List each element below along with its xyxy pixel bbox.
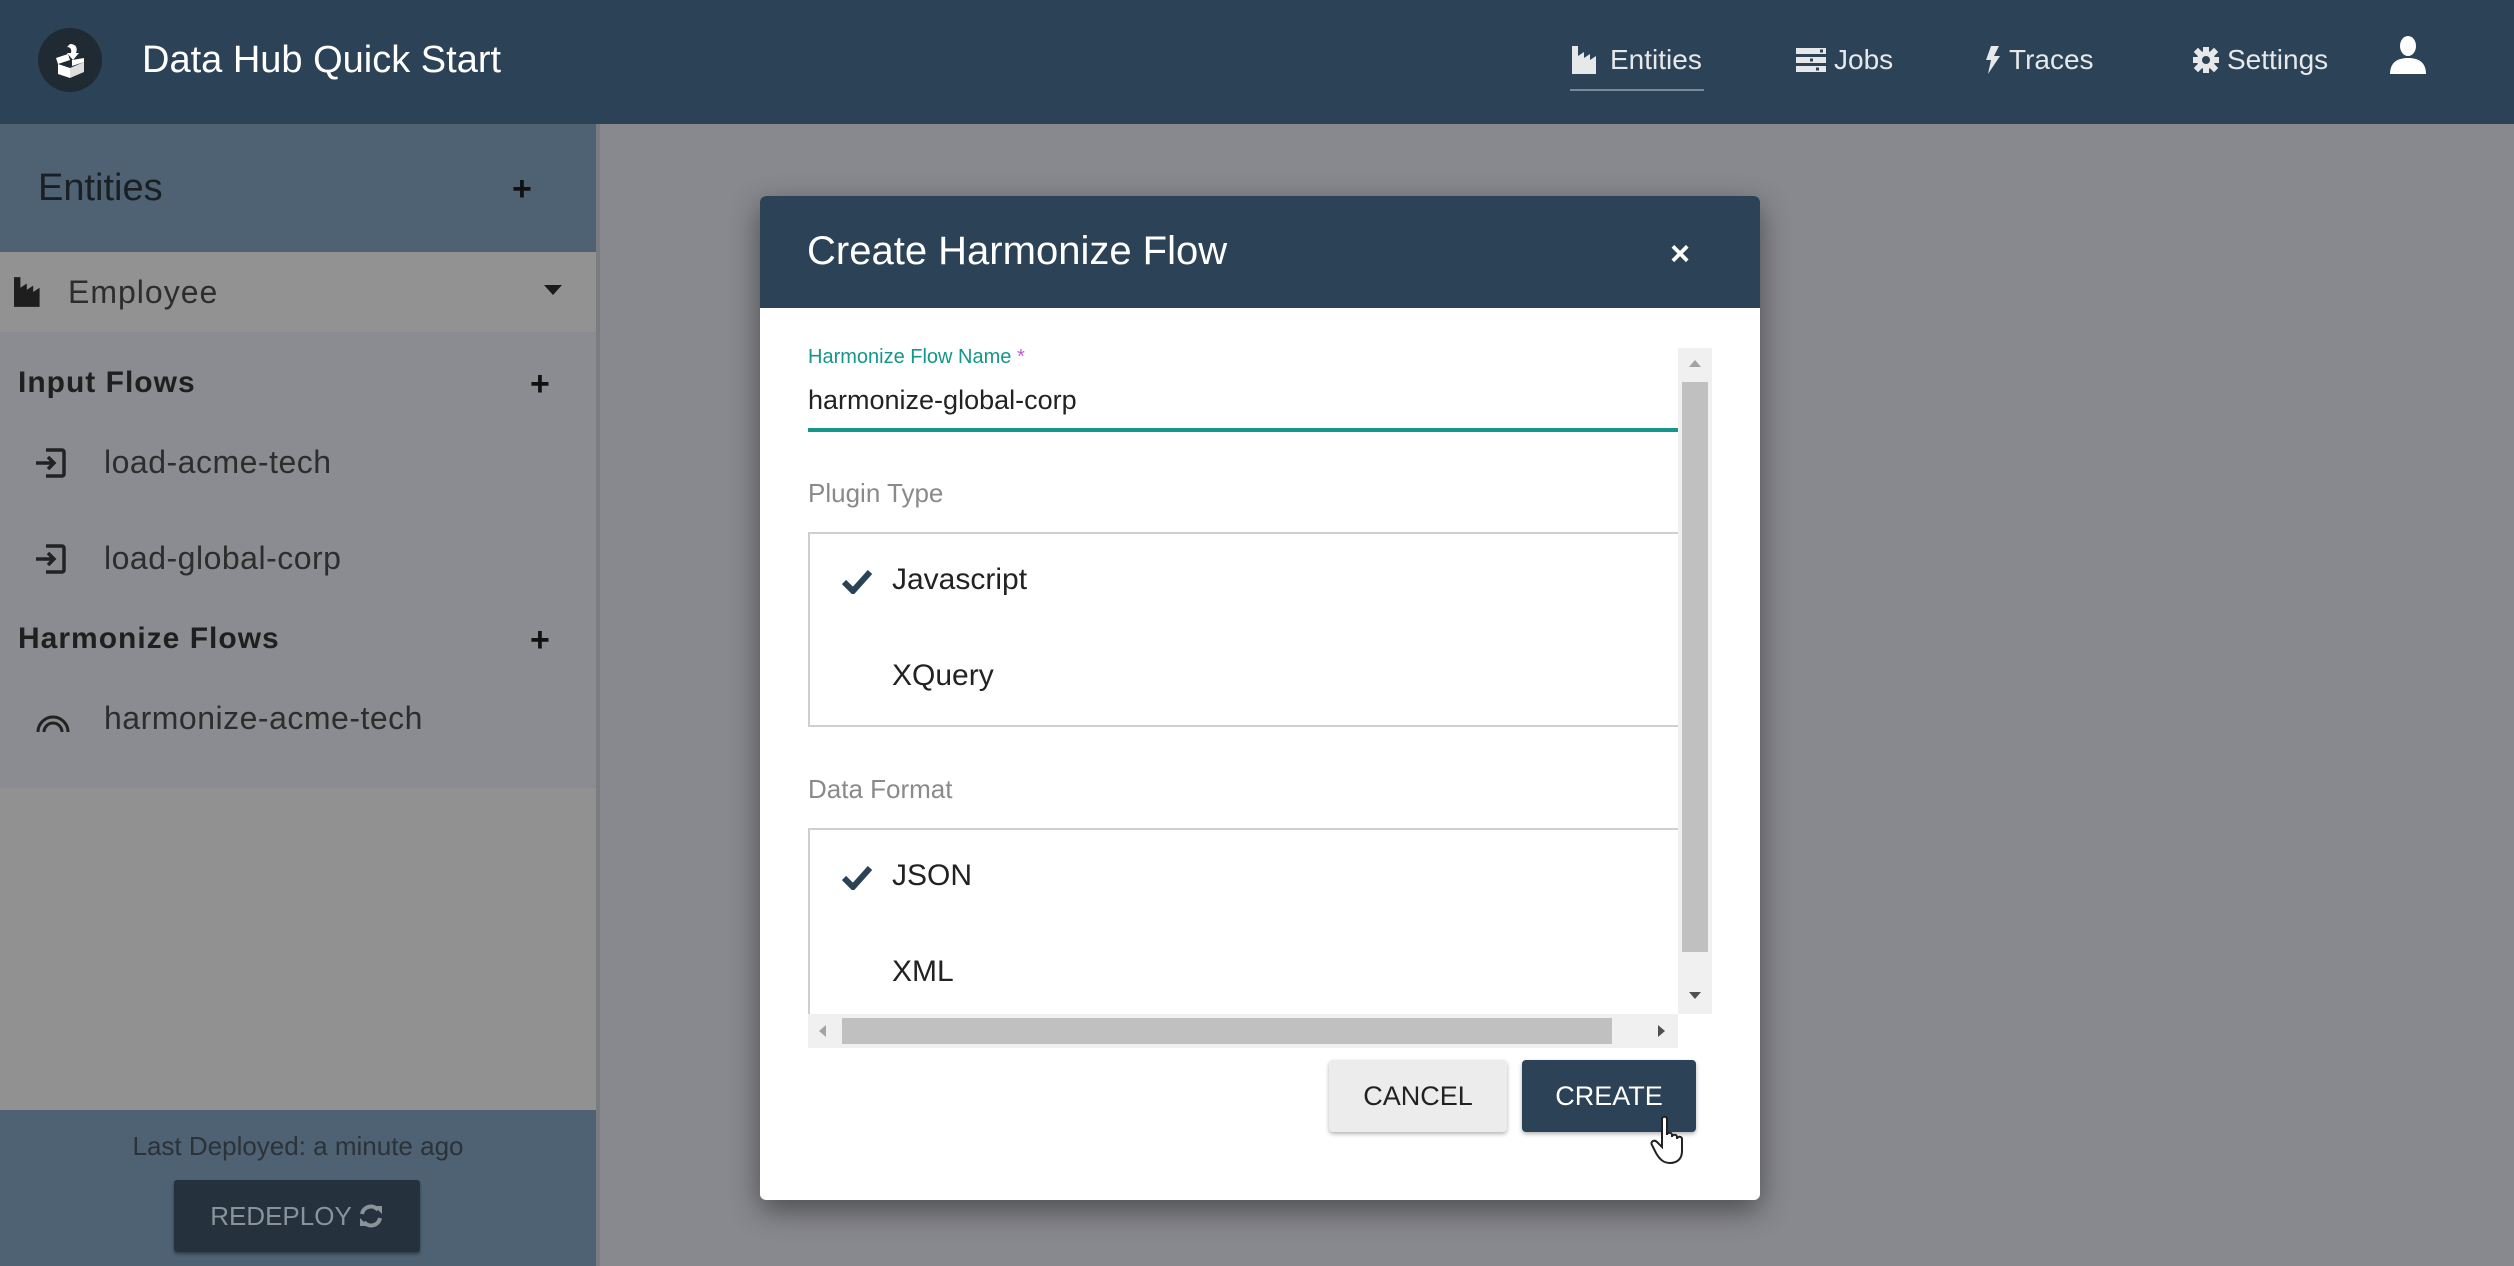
factory-icon bbox=[1572, 46, 1596, 74]
option-label: JSON bbox=[892, 859, 973, 892]
check-icon bbox=[842, 569, 872, 594]
vertical-scrollbar-thumb[interactable] bbox=[1682, 382, 1708, 952]
hand-cursor-icon bbox=[1650, 1115, 1690, 1165]
dialog-title: Create Harmonize Flow bbox=[807, 229, 1228, 273]
add-harmonize-flow-button[interactable]: + bbox=[530, 623, 550, 657]
data-format-option-xml[interactable]: XML bbox=[810, 926, 1678, 1022]
input-flow-label: load-acme-tech bbox=[104, 444, 332, 480]
scroll-down-arrow-icon[interactable] bbox=[1689, 992, 1701, 999]
entity-employee-label: Employee bbox=[68, 274, 219, 310]
redeploy-button[interactable]: REDEPLOY bbox=[174, 1180, 420, 1252]
harmonize-flows-title: Harmonize Flows bbox=[18, 622, 280, 655]
nav-entities[interactable]: Entities bbox=[1572, 40, 1702, 80]
nav-jobs-label: Jobs bbox=[1834, 44, 1894, 75]
add-entity-button[interactable]: + bbox=[512, 172, 532, 206]
plugin-type-list: Javascript XQuery bbox=[808, 532, 1678, 727]
nav-settings[interactable]: Settings bbox=[2193, 40, 2328, 80]
add-input-flow-button[interactable]: + bbox=[530, 367, 550, 401]
plugin-type-option-javascript[interactable]: Javascript bbox=[810, 534, 1678, 630]
harmonize-flow-label: harmonize-acme-tech bbox=[104, 700, 423, 736]
input-flows-title: Input Flows bbox=[18, 366, 196, 399]
refresh-icon bbox=[359, 1204, 382, 1228]
plugin-type-label: Plugin Type bbox=[808, 478, 944, 508]
sidebar-empty-area bbox=[0, 788, 596, 1110]
nav-jobs[interactable]: Jobs bbox=[1796, 40, 1893, 80]
scroll-left-arrow-icon[interactable] bbox=[819, 1025, 826, 1037]
caret-down-icon[interactable] bbox=[544, 285, 562, 295]
check-icon bbox=[842, 865, 872, 890]
sign-in-icon bbox=[36, 448, 66, 478]
flow-name-underline bbox=[808, 428, 1678, 432]
input-flow-item[interactable]: load-global-corp bbox=[0, 522, 596, 594]
input-flow-item[interactable]: load-acme-tech bbox=[0, 426, 596, 498]
nav-settings-label: Settings bbox=[2227, 44, 2329, 75]
rainbow-icon bbox=[36, 715, 70, 733]
create-harmonize-flow-dialog: Create Harmonize Flow × Harmonize Flow N… bbox=[760, 196, 1760, 1200]
active-tab-indicator bbox=[1570, 89, 1704, 91]
plugin-type-option-xquery[interactable]: XQuery bbox=[810, 630, 1678, 726]
data-format-label: Data Format bbox=[808, 774, 953, 804]
sidebar-divider bbox=[596, 124, 600, 1266]
cancel-button[interactable]: CANCEL bbox=[1329, 1060, 1507, 1132]
flow-name-label: Harmonize Flow Name * bbox=[808, 346, 1025, 368]
tasks-icon bbox=[1796, 48, 1826, 72]
data-format-option-json[interactable]: JSON bbox=[810, 830, 1678, 926]
redeploy-label: REDEPLOY bbox=[210, 1200, 352, 1231]
nav-traces[interactable]: Traces bbox=[1985, 40, 2094, 80]
scroll-up-arrow-icon[interactable] bbox=[1689, 360, 1701, 367]
harmonize-flow-item[interactable]: harmonize-acme-tech bbox=[0, 682, 596, 754]
sign-in-icon bbox=[36, 544, 66, 574]
flow-name-label-text: Harmonize Flow Name bbox=[808, 346, 1012, 368]
nav-traces-label: Traces bbox=[2009, 44, 2094, 75]
user-icon[interactable] bbox=[2390, 36, 2426, 74]
option-label: XML bbox=[892, 955, 954, 988]
close-icon[interactable]: × bbox=[1660, 234, 1700, 274]
nav-entities-label: Entities bbox=[1610, 44, 1702, 75]
box-download-icon[interactable] bbox=[38, 28, 102, 92]
bolt-icon bbox=[1986, 46, 2000, 74]
app-title[interactable]: Data Hub Quick Start bbox=[142, 36, 501, 84]
scroll-right-arrow-icon[interactable] bbox=[1658, 1025, 1665, 1037]
input-flow-label: load-global-corp bbox=[104, 540, 342, 576]
option-label: Javascript bbox=[892, 563, 1028, 596]
option-label: XQuery bbox=[892, 659, 994, 692]
last-deployed-status: Last Deployed: a minute ago bbox=[132, 1131, 464, 1161]
gear-icon bbox=[2193, 47, 2219, 73]
horizontal-scrollbar-thumb[interactable] bbox=[842, 1018, 1612, 1044]
entities-title: Entities bbox=[38, 167, 163, 209]
required-marker: * bbox=[1016, 346, 1025, 368]
data-format-list: JSON XML bbox=[808, 828, 1678, 1018]
factory-icon bbox=[14, 277, 40, 307]
flow-name-input[interactable] bbox=[808, 378, 1678, 422]
